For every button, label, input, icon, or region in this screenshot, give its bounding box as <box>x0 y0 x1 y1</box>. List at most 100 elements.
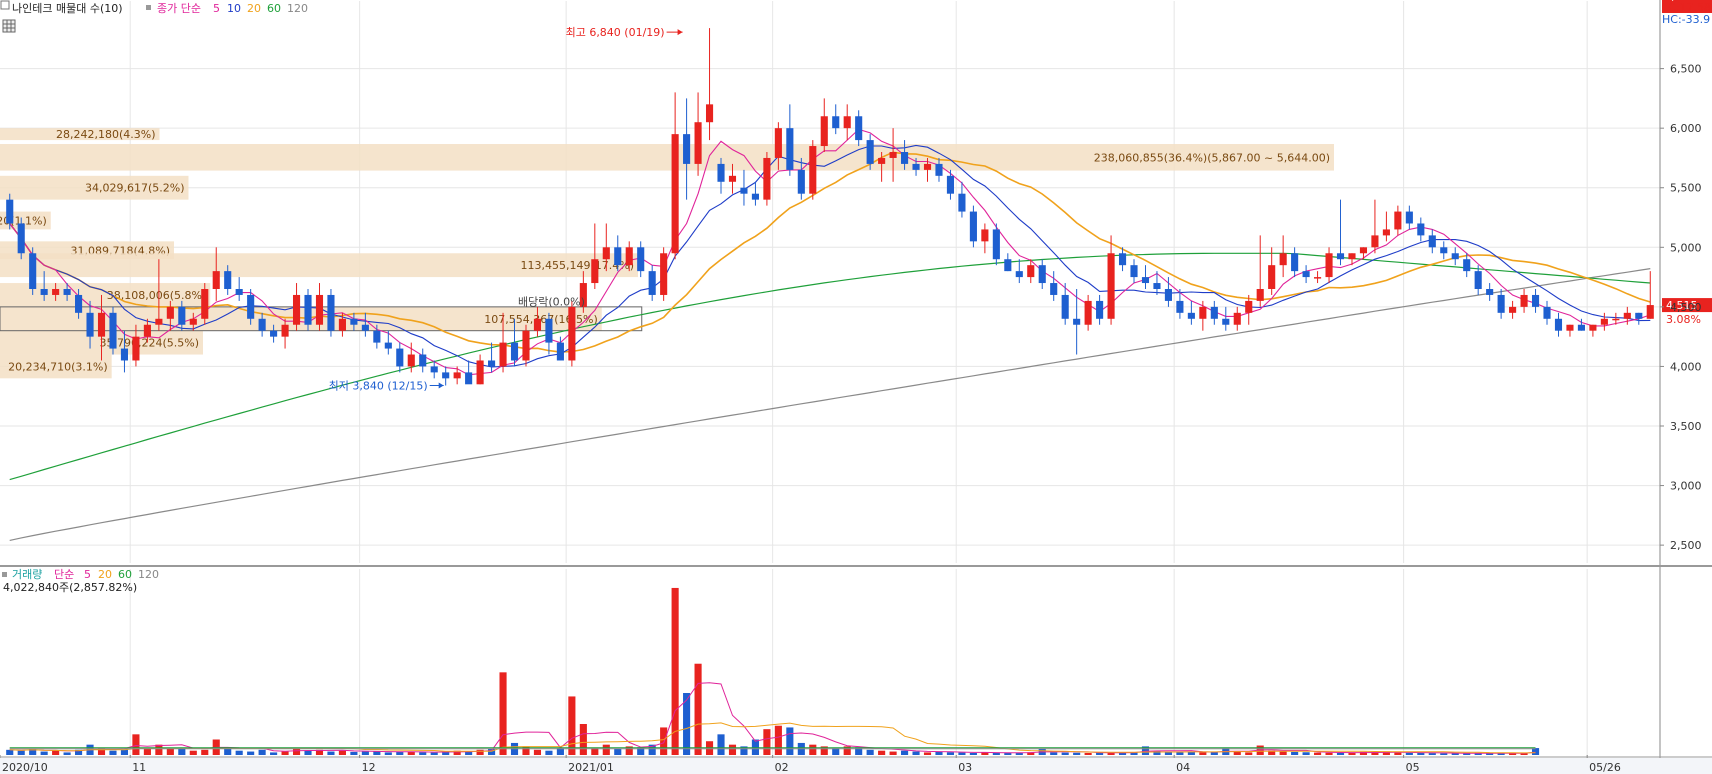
candle-body <box>499 342 507 367</box>
volume-bar <box>545 750 553 755</box>
candle-body <box>304 294 312 325</box>
candle-body <box>212 271 220 289</box>
candle-body <box>660 253 668 295</box>
ma5-label: 5 <box>213 2 220 15</box>
candle-body <box>338 318 346 331</box>
candle-body <box>637 247 645 272</box>
candle-body <box>1038 265 1046 284</box>
profile-label: 34,029,617(5.2%) <box>85 182 185 195</box>
stock-chart: 28,242,180(4.3%) 238,060,855(36.4%)(5,867… <box>0 0 1712 774</box>
candle-body <box>1187 312 1195 319</box>
volume-bar <box>774 725 782 755</box>
volume-bar <box>419 752 427 755</box>
volume-bar <box>1073 752 1081 755</box>
volume-bar <box>946 752 955 755</box>
candle-body <box>1497 294 1505 313</box>
candle-body <box>52 289 60 295</box>
volume-bar <box>40 751 48 755</box>
volume-bar <box>728 744 737 755</box>
candle-body <box>1314 277 1322 279</box>
volume-bar <box>132 734 140 755</box>
candle-body <box>1118 253 1127 266</box>
volume-bar <box>109 750 117 755</box>
candle-body <box>740 187 748 194</box>
volume-bar <box>350 751 358 755</box>
candle-body <box>1256 289 1264 301</box>
volume-bar <box>958 752 966 755</box>
candle-body <box>763 157 771 200</box>
chart-background <box>0 0 1712 774</box>
candle-body <box>602 247 610 260</box>
volume-bar <box>499 672 507 755</box>
volume-ma5-label: 5 <box>84 568 91 581</box>
volume-ma60-label: 60 <box>118 568 132 581</box>
price-tick-label: 3,000 <box>1670 480 1702 493</box>
candle-body <box>1015 271 1023 278</box>
candle-body <box>1600 318 1608 325</box>
candle-body <box>1371 235 1379 248</box>
candle-body <box>935 163 943 176</box>
candle-body <box>1325 253 1333 278</box>
volume-bar <box>258 749 266 755</box>
candle-body <box>396 348 404 367</box>
volume-bar <box>717 734 725 755</box>
ma60-label: 60 <box>267 2 281 15</box>
volume-bar <box>1279 751 1287 755</box>
candle-body <box>419 354 427 367</box>
candle-body <box>361 324 369 331</box>
table-toggle-icon[interactable] <box>2 19 16 33</box>
candle-body <box>969 211 977 242</box>
volume-bar <box>1440 753 1448 755</box>
candle-body <box>1302 271 1310 278</box>
candle-body <box>1130 265 1138 278</box>
volume-bar <box>270 752 278 755</box>
candle-body <box>648 271 656 295</box>
candle-body <box>1612 318 1620 321</box>
candle-body <box>1589 324 1597 331</box>
candle-body <box>430 366 438 373</box>
price-tick-label: 6,000 <box>1670 122 1702 135</box>
candle-body <box>1646 305 1654 319</box>
candle-body <box>29 253 37 289</box>
candle-body <box>1405 211 1413 224</box>
candle-body <box>1440 247 1448 254</box>
candle-body <box>820 116 828 147</box>
candle-body <box>1394 211 1402 230</box>
candle-body <box>786 128 794 170</box>
price-tick-label: 2,500 <box>1670 539 1702 552</box>
candle-body <box>1486 289 1494 295</box>
ma120-label: 120 <box>287 2 308 15</box>
candle-body <box>224 271 232 289</box>
candle-body <box>1543 306 1551 319</box>
candle-body <box>1336 253 1345 260</box>
candle-body <box>1509 306 1517 313</box>
date-label: 2021/01 <box>568 761 614 774</box>
volume-bar <box>533 749 542 755</box>
volume-bar <box>763 729 771 755</box>
candle-body <box>843 116 851 129</box>
volume-bar <box>166 748 174 755</box>
volume-bar <box>63 752 71 755</box>
candle-body <box>453 372 461 379</box>
candle-body <box>109 312 117 349</box>
candle-body <box>1520 294 1528 307</box>
candle-body <box>384 342 392 349</box>
volume-bar <box>671 587 679 755</box>
volume-bar <box>809 744 817 755</box>
high-annotation: 최고 6,840 (01/19) <box>566 26 665 39</box>
candle-body <box>63 289 71 295</box>
volume-bar <box>1245 752 1253 755</box>
profile-label: 28,242,180(4.3%) <box>56 128 156 141</box>
candle-body <box>1107 253 1115 319</box>
candle-body <box>132 336 140 361</box>
low-annotation: 최저 3,840 (12/15) <box>329 379 428 392</box>
candle-body <box>465 372 473 385</box>
candle-body <box>1199 306 1207 319</box>
candle-body <box>901 152 909 164</box>
candle-body <box>1210 306 1218 319</box>
candle-body <box>1027 265 1035 278</box>
volume-bar <box>1199 752 1207 755</box>
candle-body <box>946 175 955 194</box>
candle-body <box>235 289 243 295</box>
volume-bar <box>281 751 289 755</box>
